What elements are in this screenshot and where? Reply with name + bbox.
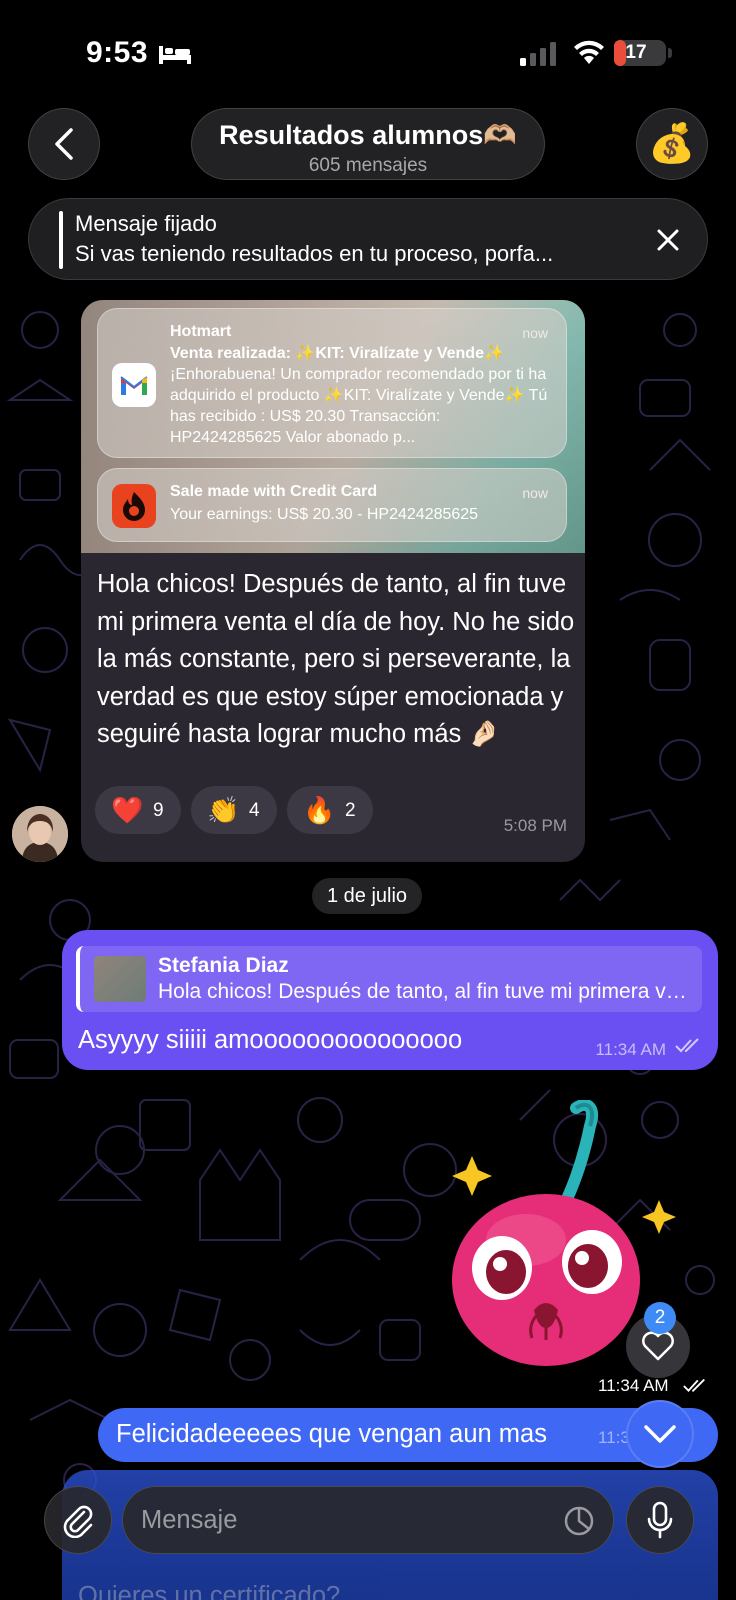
close-icon[interactable] [653, 225, 683, 255]
pinned-accent-line [59, 211, 63, 269]
sticker-icon[interactable] [563, 1505, 595, 1537]
message-time: 11:3 [598, 1428, 630, 1447]
reaction-count-badge: 2 [644, 1302, 676, 1334]
gmail-icon [112, 363, 156, 407]
back-icon [55, 128, 73, 160]
status-time: 9:53 [86, 36, 149, 69]
clap-emoji: 👏 [207, 795, 240, 825]
microphone-icon [647, 1501, 673, 1539]
reaction-clap[interactable]: 👏 4 [191, 786, 277, 834]
fire-emoji: 🔥 [303, 795, 336, 825]
message-text: Quieres un certificado? [78, 1582, 341, 1600]
back-button[interactable] [28, 108, 100, 180]
chat-title-button[interactable]: Resultados alumnos🫶🏼 605 mensajes [191, 108, 545, 180]
message-input[interactable] [141, 1487, 541, 1553]
pinned-message-bar[interactable]: Mensaje fijado Si vas teniendo resultado… [28, 198, 708, 280]
notification-time: now [522, 485, 548, 501]
microphone-button[interactable] [626, 1486, 694, 1554]
notification-time: now [522, 325, 548, 341]
notification-heading: Venta realizada: ✨KIT: Viralízate y Vend… [170, 345, 504, 362]
battery-level: 17 [625, 42, 647, 63]
pinned-title: Mensaje fijado [75, 211, 217, 236]
paperclip-icon [63, 1505, 93, 1538]
date-separator: 1 de julio [312, 878, 422, 914]
notification-body: Your earnings: US$ 20.30 - HP2424285625 [170, 506, 479, 523]
message-text: Felicidadeeeees que vengan aun mas [116, 1420, 547, 1448]
heart-emoji: ❤️ [111, 795, 144, 825]
notification-app-name: Sale made with Credit Card [170, 483, 378, 500]
hotmart-flame-icon [112, 484, 156, 528]
status-bar: 9:53 17 [0, 0, 736, 100]
outgoing-reply-bubble[interactable]: Stefania Diaz Hola chicos! Después de ta… [62, 930, 718, 1070]
incoming-message-bubble[interactable]: Hotmart now Venta realizada: ✨KIT: Viral… [81, 300, 585, 862]
photo-notification-sale: Sale made with Credit Card now Your earn… [97, 468, 567, 542]
wifi-icon [572, 38, 606, 71]
group-avatar[interactable]: 💰 [636, 108, 708, 180]
reaction-heart[interactable]: ❤️ 9 [95, 786, 181, 834]
message-photo[interactable]: Hotmart now Venta realizada: ✨KIT: Viral… [81, 300, 585, 553]
sticker-time: 11:34 AM [598, 1376, 669, 1395]
notification-app-name: Hotmart [170, 323, 232, 340]
reaction-count: 2 [345, 800, 356, 821]
reaction-count: 9 [153, 800, 164, 821]
message-text: Asyyyy siiiii amooooooooooooooo [78, 1026, 463, 1054]
pinned-text: Si vas teniendo resultados en tu proceso… [75, 241, 554, 266]
signal-icon [520, 42, 558, 71]
money-bag-icon: 💰 [648, 123, 696, 165]
message-input-field[interactable] [122, 1486, 614, 1554]
double-check-icon [683, 1378, 705, 1392]
double-check-icon [675, 1038, 699, 1053]
outgoing-message-bubble[interactable]: Felicidadeeeees que vengan aun mas 11:3 [98, 1408, 718, 1462]
heart-icon [642, 1331, 674, 1361]
reaction-count: 4 [249, 800, 260, 821]
reaction-fire[interactable]: 🔥 2 [287, 786, 373, 834]
chevron-down-icon [644, 1425, 676, 1443]
notification-body: ¡Enhorabuena! Un comprador recomendado p… [170, 366, 548, 446]
attach-button[interactable] [44, 1486, 112, 1554]
chat-title: Resultados alumnos🫶🏼 [219, 120, 517, 150]
message-time: 5:08 PM [503, 816, 567, 835]
reply-quoted-text: Hola chicos! Después de tanto, al fin tu… [158, 980, 692, 1003]
reply-sender-name: Stefania Diaz [158, 954, 289, 977]
message-time: 11:34 AM [595, 1040, 666, 1059]
chat-member-count: 605 mensajes [308, 155, 428, 176]
battery-indicator: 17 [614, 40, 666, 66]
battery-cap [668, 48, 672, 58]
scroll-to-bottom-button[interactable] [626, 1400, 694, 1468]
sender-avatar[interactable] [12, 806, 68, 862]
photo-notification-hotmart: Hotmart now Venta realizada: ✨KIT: Viral… [97, 308, 567, 458]
bed-icon [158, 42, 192, 69]
message-text: Hola chicos! Después de tanto, al fin tu… [97, 570, 575, 748]
reply-quote[interactable]: Stefania Diaz Hola chicos! Después de ta… [76, 946, 702, 1012]
reply-thumbnail [94, 956, 146, 1002]
